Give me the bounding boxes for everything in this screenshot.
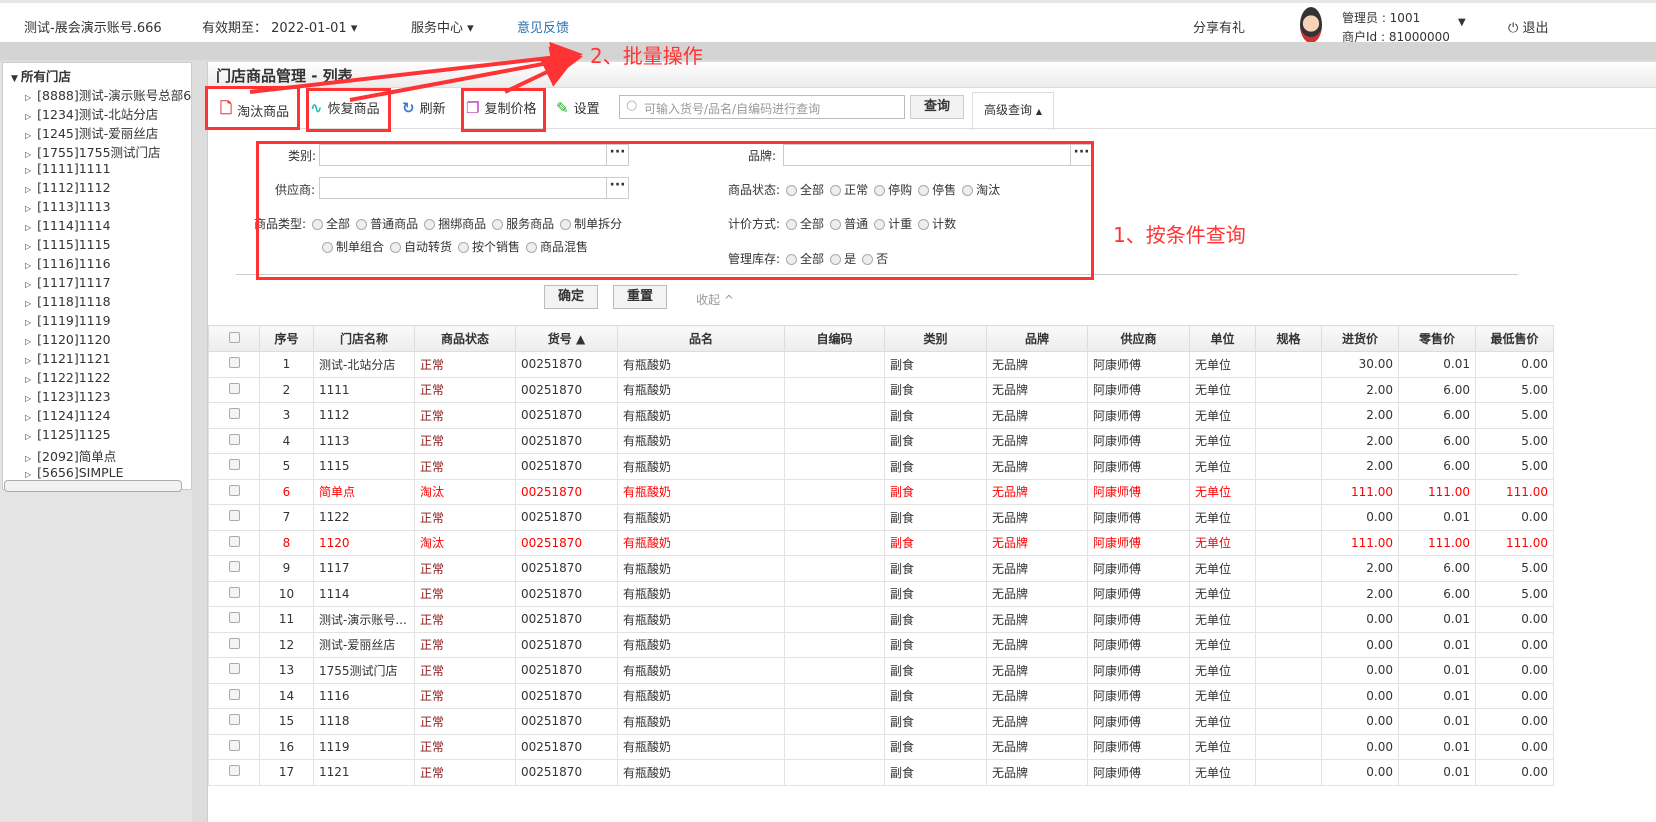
annotation-arrows <box>249 41 583 102</box>
arrow-2 <box>349 46 583 102</box>
